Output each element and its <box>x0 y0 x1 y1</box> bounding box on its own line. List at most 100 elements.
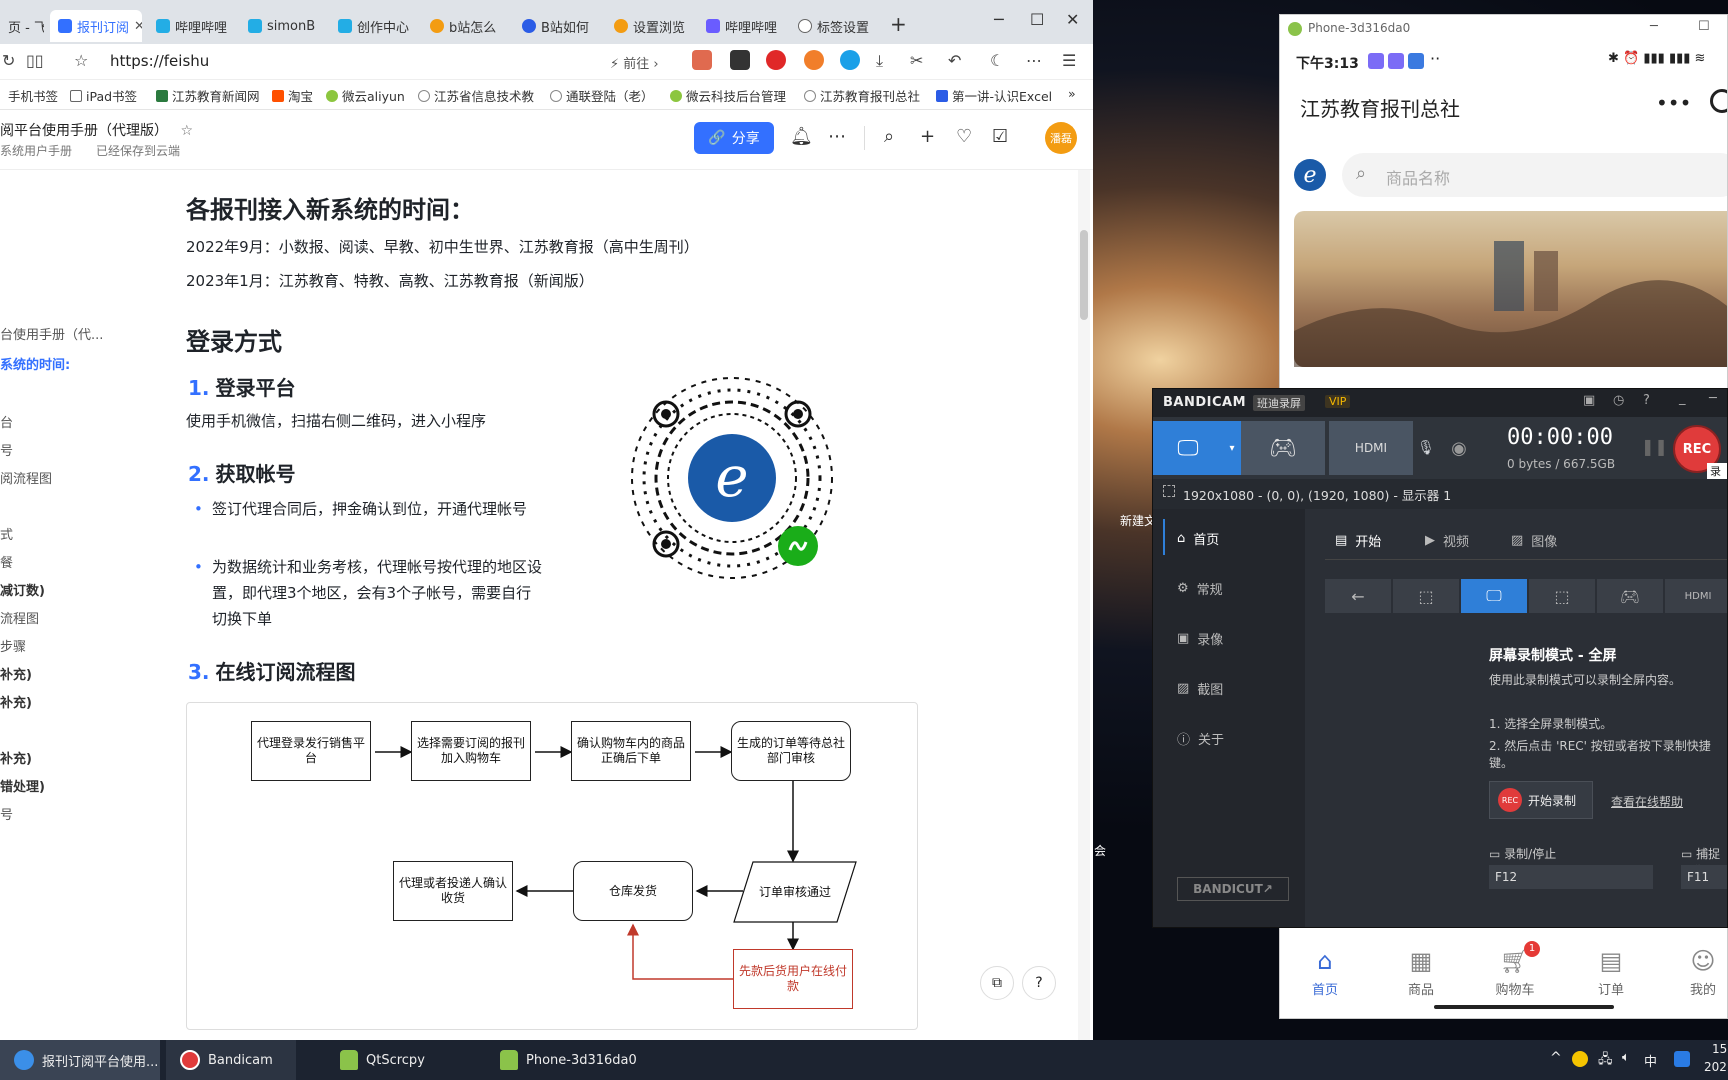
bookmark[interactable]: 微云科技后台管理 <box>670 86 786 105</box>
nav-me[interactable]: ☺ 我的 <box>1668 947 1727 998</box>
bookmark[interactable]: 通联登陆（老） <box>550 86 654 105</box>
outline-item[interactable]: 错处理) <box>0 776 45 795</box>
more-bookmarks-icon[interactable]: » <box>1068 86 1076 101</box>
outline-item[interactable]: 补充) <box>0 664 32 683</box>
side-about[interactable]: ⓘ 关于 <box>1177 729 1224 748</box>
new-tab-button[interactable]: + <box>890 12 907 36</box>
ime-indicator[interactable]: 中 <box>1644 1051 1657 1070</box>
help-icon[interactable]: ? <box>1022 966 1056 1000</box>
outline-item[interactable]: 台使用手册（代... <box>0 324 103 343</box>
more-menu-icon[interactable]: ••• <box>1656 91 1691 115</box>
favorite-star-icon[interactable]: ☆ <box>180 123 193 139</box>
ext-icon-2[interactable] <box>804 50 824 70</box>
maximize-icon[interactable]: ☐ <box>1030 10 1044 29</box>
taskbar-item-phone[interactable]: Phone-3d316da0 <box>486 1040 656 1080</box>
clock-icon[interactable]: ◷ <box>1613 393 1624 408</box>
network-icon[interactable]: 🖧︎ <box>1598 1050 1613 1072</box>
side-image[interactable]: ▨ 截图 <box>1177 679 1223 698</box>
scrollbar[interactable] <box>1078 170 1090 1040</box>
back-button[interactable]: ← <box>1325 579 1391 613</box>
url-input[interactable]: https://feishu <box>110 52 209 70</box>
scissors-icon[interactable]: ✂ <box>910 51 923 70</box>
search-input[interactable]: ⌕ 商品名称 <box>1342 153 1727 197</box>
tab-start[interactable]: ▤ 开始 <box>1335 531 1381 550</box>
forward-button[interactable]: ⚡ 前往 › <box>610 53 659 72</box>
hotkey-capture-field[interactable]: F11 <box>1681 865 1727 889</box>
side-video[interactable]: ▣ 录像 <box>1177 629 1223 648</box>
mode-dropdown[interactable]: ▾ <box>1223 421 1241 475</box>
tray-chevron-icon[interactable]: ^ <box>1550 1050 1562 1066</box>
translate-ext-icon[interactable] <box>692 50 712 70</box>
bookmark[interactable]: 微云aliyun <box>326 86 405 105</box>
tab-video[interactable]: ▶ 视频 <box>1425 531 1469 550</box>
star-icon[interactable]: ☆ <box>74 51 88 70</box>
outline-item[interactable]: 流程图 <box>0 608 39 627</box>
nav-orders[interactable]: ▤ 订单 <box>1576 947 1646 998</box>
tab-1[interactable]: 页 - 飞 <box>0 10 44 42</box>
side-home[interactable]: ⌂ 首页 <box>1177 529 1219 548</box>
tab-image[interactable]: ▨ 图像 <box>1511 531 1557 550</box>
copy-icon[interactable]: ⧉ <box>980 966 1014 1000</box>
menu-icon[interactable]: ☰ <box>1062 51 1076 70</box>
more-icon[interactable]: ⋯ <box>1026 51 1042 70</box>
hotkey-record-field[interactable]: F12 <box>1489 865 1653 889</box>
outline-item[interactable]: 餐 <box>0 552 13 571</box>
bell-icon[interactable]: 🔔︎ <box>790 126 813 147</box>
reader-icon[interactable]: ▯▯ <box>26 51 44 70</box>
checkbox-icon[interactable]: ☑ <box>992 126 1008 147</box>
screen-mode-button[interactable]: 🖵︎ <box>1153 421 1223 475</box>
bookmark[interactable]: 江苏教育报刊总社 <box>804 86 920 105</box>
search-icon[interactable]: ⌕ <box>884 126 894 147</box>
ext-icon-3[interactable] <box>840 50 860 70</box>
outline-item[interactable]: 步骤 <box>0 636 26 655</box>
online-help-link[interactable]: 查看在线帮助 <box>1611 793 1683 810</box>
undo-icon[interactable]: ↶ <box>948 51 961 70</box>
banner-image[interactable] <box>1294 211 1727 367</box>
tab-7[interactable]: B站如何 <box>514 10 598 42</box>
outline-item[interactable]: 补充) <box>0 748 32 767</box>
bookmark[interactable]: 第一讲-认识Excel <box>936 86 1052 105</box>
start-recording-button[interactable]: REC 开始录制 <box>1489 781 1593 819</box>
outline-item[interactable]: 阅流程图 <box>0 468 52 487</box>
volume-icon[interactable]: 🔈︎ <box>1622 1050 1630 1065</box>
minimize-icon[interactable]: ─ <box>1650 19 1658 34</box>
close-miniprogram-icon[interactable] <box>1710 89 1727 113</box>
taskbar-item-qtscrcpy[interactable]: QtScrcpy <box>326 1040 476 1080</box>
lightbulb-icon[interactable]: ♡ <box>956 126 972 147</box>
outline-item-active[interactable]: 系统的时间: <box>0 354 70 373</box>
maximize-icon[interactable]: ☐ <box>1698 19 1710 34</box>
nav-home[interactable]: ⌂ 首页 <box>1290 947 1360 998</box>
ext-icon[interactable] <box>730 50 750 70</box>
nav-cart[interactable]: 🛒︎ 购物车 1 <box>1480 941 1550 998</box>
outline-item[interactable]: 减订数) <box>0 580 45 599</box>
share-button[interactable]: 🔗 分享 <box>694 122 774 154</box>
close-window-icon[interactable]: ✕ <box>1066 10 1079 29</box>
tab-5[interactable]: 创作中心 <box>330 10 414 42</box>
rect-area-mode[interactable]: ⬚ <box>1393 579 1459 613</box>
tray-app-icon[interactable] <box>1572 1051 1588 1067</box>
tab-4[interactable]: simonB <box>240 10 322 42</box>
tab-2-active[interactable]: 报刊订阅 ✕ <box>50 10 142 42</box>
download-icon[interactable]: ⤓ <box>876 51 883 71</box>
game-mode[interactable]: 🎮︎ <box>1597 579 1663 613</box>
tab-3[interactable]: 哔哩哔哩 <box>148 10 230 42</box>
fullscreen-mode[interactable]: 🖵︎ <box>1461 579 1527 613</box>
minimize-icon[interactable]: _ <box>1679 391 1686 406</box>
outline-item[interactable]: 式 <box>0 524 13 543</box>
pause-icon[interactable]: ❚❚ <box>1641 437 1668 456</box>
nav-products[interactable]: ▦ 商品 <box>1386 947 1456 998</box>
outline-item[interactable]: 补充) <box>0 692 32 711</box>
region-mode[interactable]: ⬚ <box>1529 579 1595 613</box>
taskbar-item-bandicam[interactable]: Bandicam <box>166 1040 296 1080</box>
moon-icon[interactable]: ☾ <box>990 51 1004 70</box>
bookmark[interactable]: 江苏教育新闻网 <box>156 86 260 105</box>
tab-9[interactable]: 哔哩哔哩 <box>698 10 782 42</box>
more-icon[interactable]: ⋯ <box>828 126 846 147</box>
bookmark[interactable]: 手机书签 <box>8 86 58 105</box>
outline-item[interactable]: 号 <box>0 804 13 823</box>
outline-item[interactable]: 台 <box>0 412 13 431</box>
desktop-icon-label[interactable]: 新建文 <box>1120 512 1156 529</box>
speaker-mic-toggle[interactable]: 🎙︎ <box>1415 421 1437 475</box>
tab-6[interactable]: b站怎么 <box>422 10 506 42</box>
refresh-icon[interactable]: ↻ <box>2 51 15 70</box>
